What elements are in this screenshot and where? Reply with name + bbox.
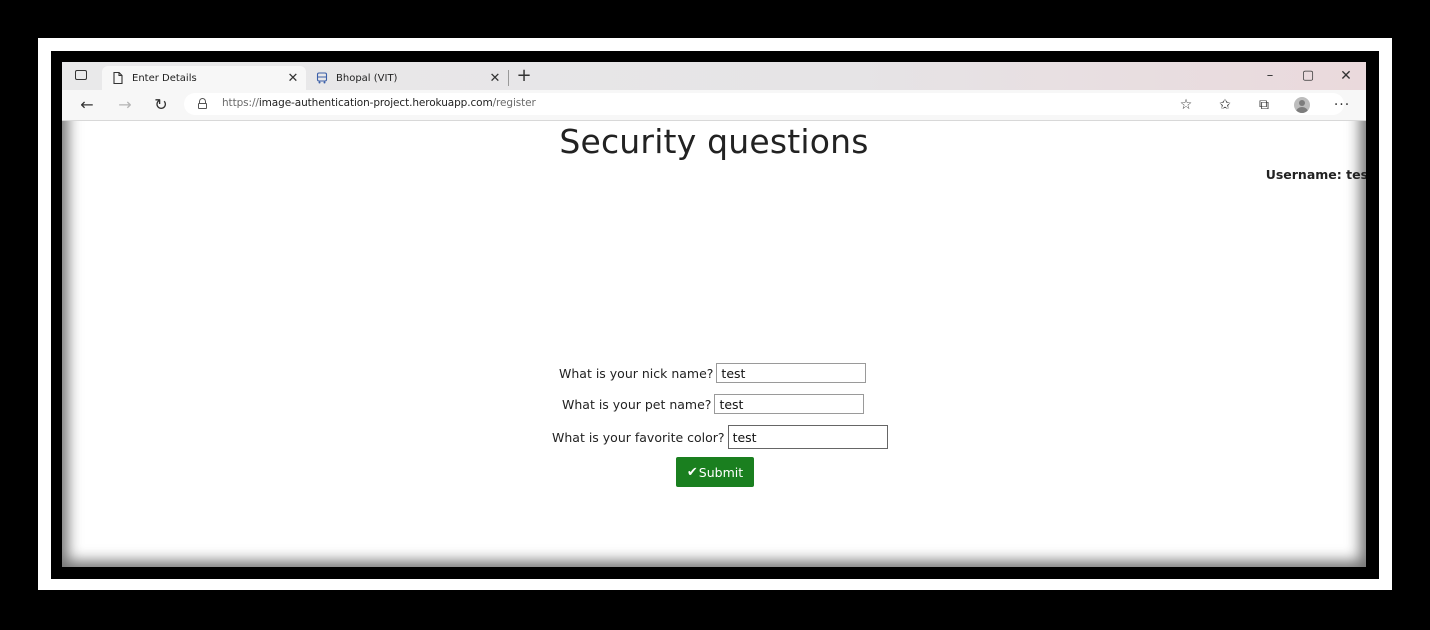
tab-bhopal[interactable]: Bhopal (VIT) ✕ bbox=[306, 66, 508, 90]
url-text[interactable]: https://image-authentication-project.her… bbox=[222, 97, 536, 109]
maximize-button[interactable]: ▢ bbox=[1296, 67, 1320, 85]
profile-avatar-icon[interactable] bbox=[1292, 95, 1312, 115]
browser-window: Enter Details ✕ Bhopal (VIT) ✕ + – ▢ ✕ ←… bbox=[62, 62, 1366, 567]
pet-name-input[interactable] bbox=[714, 394, 865, 414]
page-content: Security questions Username: test What i… bbox=[62, 120, 1366, 567]
username-label: Username: test bbox=[1265, 167, 1366, 182]
pet-name-row: What is your pet name? bbox=[562, 394, 865, 414]
page-icon bbox=[112, 71, 124, 85]
submit-button[interactable]: ✔ Submit bbox=[676, 457, 754, 487]
tab-enter-details[interactable]: Enter Details ✕ bbox=[102, 66, 306, 90]
tab-divider bbox=[508, 70, 509, 86]
back-arrow-icon[interactable]: ← bbox=[76, 95, 98, 115]
collections-icon[interactable]: ⧉ bbox=[1254, 95, 1274, 115]
forward-arrow-icon[interactable]: → bbox=[114, 95, 136, 115]
check-icon: ✔ bbox=[686, 464, 698, 480]
nick-name-input[interactable] bbox=[716, 363, 867, 383]
lock-icon[interactable] bbox=[198, 98, 207, 109]
pet-name-label: What is your pet name? bbox=[562, 396, 712, 412]
nick-name-row: What is your nick name? bbox=[559, 363, 867, 383]
bus-icon bbox=[316, 71, 328, 85]
tab-title: Bhopal (VIT) bbox=[336, 72, 398, 84]
submit-label: Submit bbox=[698, 464, 744, 480]
close-window-button[interactable]: ✕ bbox=[1334, 67, 1358, 85]
browser-toolbar: ← → ↻ https://image-authentication-proje… bbox=[62, 90, 1366, 121]
add-favorite-icon[interactable]: ☆ bbox=[1176, 95, 1196, 115]
tab-actions-icon[interactable] bbox=[74, 69, 88, 81]
favorites-icon[interactable]: ✩ bbox=[1215, 95, 1235, 115]
nick-name-label: What is your nick name? bbox=[559, 365, 714, 381]
close-tab-icon[interactable]: ✕ bbox=[284, 71, 302, 86]
tab-bar: Enter Details ✕ Bhopal (VIT) ✕ + – ▢ ✕ bbox=[62, 62, 1366, 90]
page-title: Security questions bbox=[559, 122, 869, 161]
minimize-button[interactable]: – bbox=[1258, 67, 1282, 85]
close-tab-icon[interactable]: ✕ bbox=[486, 71, 504, 86]
reload-icon[interactable]: ↻ bbox=[150, 95, 172, 115]
address-bar[interactable]: https://image-authentication-project.her… bbox=[184, 93, 1344, 115]
new-tab-button[interactable]: + bbox=[514, 65, 534, 87]
tab-title: Enter Details bbox=[132, 72, 197, 84]
favorite-color-row: What is your favorite color? bbox=[552, 425, 888, 449]
favorite-color-input[interactable] bbox=[727, 425, 888, 449]
more-options-icon[interactable]: ··· bbox=[1332, 95, 1352, 115]
favorite-color-label: What is your favorite color? bbox=[552, 429, 725, 445]
